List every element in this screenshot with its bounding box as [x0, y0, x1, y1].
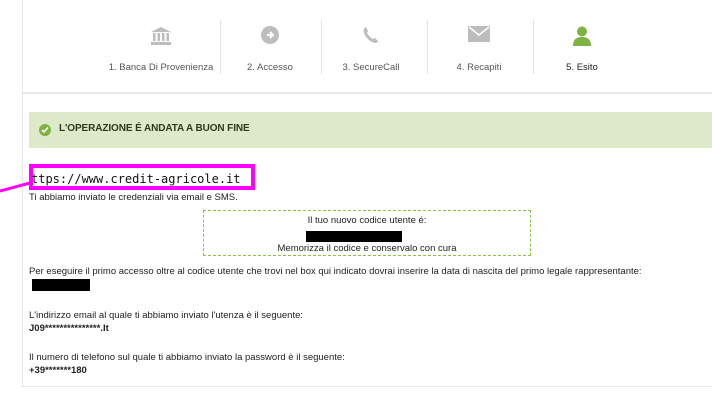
first-access-text: Per eseguire il primo accesso oltre al c… [29, 266, 642, 277]
success-message: L'OPERAZIONE É ANDATA A BUON FINE [59, 123, 250, 134]
step-recapiti: 4. Recapiti [431, 0, 527, 90]
step-divider [533, 20, 534, 74]
user-code-box: Il tuo nuovo codice utente é: Memorizza … [203, 210, 531, 256]
arrow-right-circle-icon [261, 26, 279, 49]
header-divider [23, 92, 712, 94]
step-accesso: 2. Accesso [233, 0, 307, 90]
code-box-title: Il tuo nuovo codice utente é: [307, 215, 427, 226]
step-label: 3. SecureCall [342, 62, 400, 73]
step-divider [220, 20, 221, 74]
success-banner: L'OPERAZIONE É ANDATA A BUON FINE [29, 112, 712, 148]
step-securecall: 3. SecureCall [323, 0, 419, 90]
envelope-icon [468, 26, 490, 47]
email-value: J09***************.It [29, 323, 109, 334]
step-label: 2. Accesso [247, 62, 293, 73]
step-esito: 5. Esito [539, 0, 625, 90]
phone-label: Il numero di telefono sul quale ti abbia… [29, 352, 345, 363]
progress-steps: 1. Banca Di Provenienza 2. Accesso 3. Se… [23, 0, 712, 90]
phone-value: +39*******180 [29, 365, 87, 376]
redacted-user-code [306, 231, 402, 242]
email-label: L'indirizzo email al quale ti abbiamo in… [29, 310, 304, 321]
step-label: 1. Banca Di Provenienza [108, 62, 214, 73]
step-banca-di-provenienza: 1. Banca Di Provenienza [103, 0, 219, 90]
code-box-hint: Memorizza il codice e conservalo con cur… [277, 243, 457, 254]
bank-icon [150, 26, 172, 51]
url-text: ttps://www.credit-agricole.it [31, 172, 241, 186]
step-label: 5. Esito [566, 62, 598, 73]
highlight-pointer [0, 181, 30, 193]
credentials-sent-text: Ti abbiamo inviato le credenziali via em… [29, 192, 238, 203]
step-label: 4. Recapiti [456, 62, 502, 73]
redacted-birth-date [32, 279, 90, 291]
phone-icon [363, 26, 379, 49]
page-frame: 1. Banca Di Provenienza 2. Accesso 3. Se… [22, 0, 712, 387]
step-divider [321, 20, 322, 74]
user-icon [573, 26, 591, 51]
check-circle-icon [39, 124, 51, 136]
step-divider [427, 20, 428, 74]
